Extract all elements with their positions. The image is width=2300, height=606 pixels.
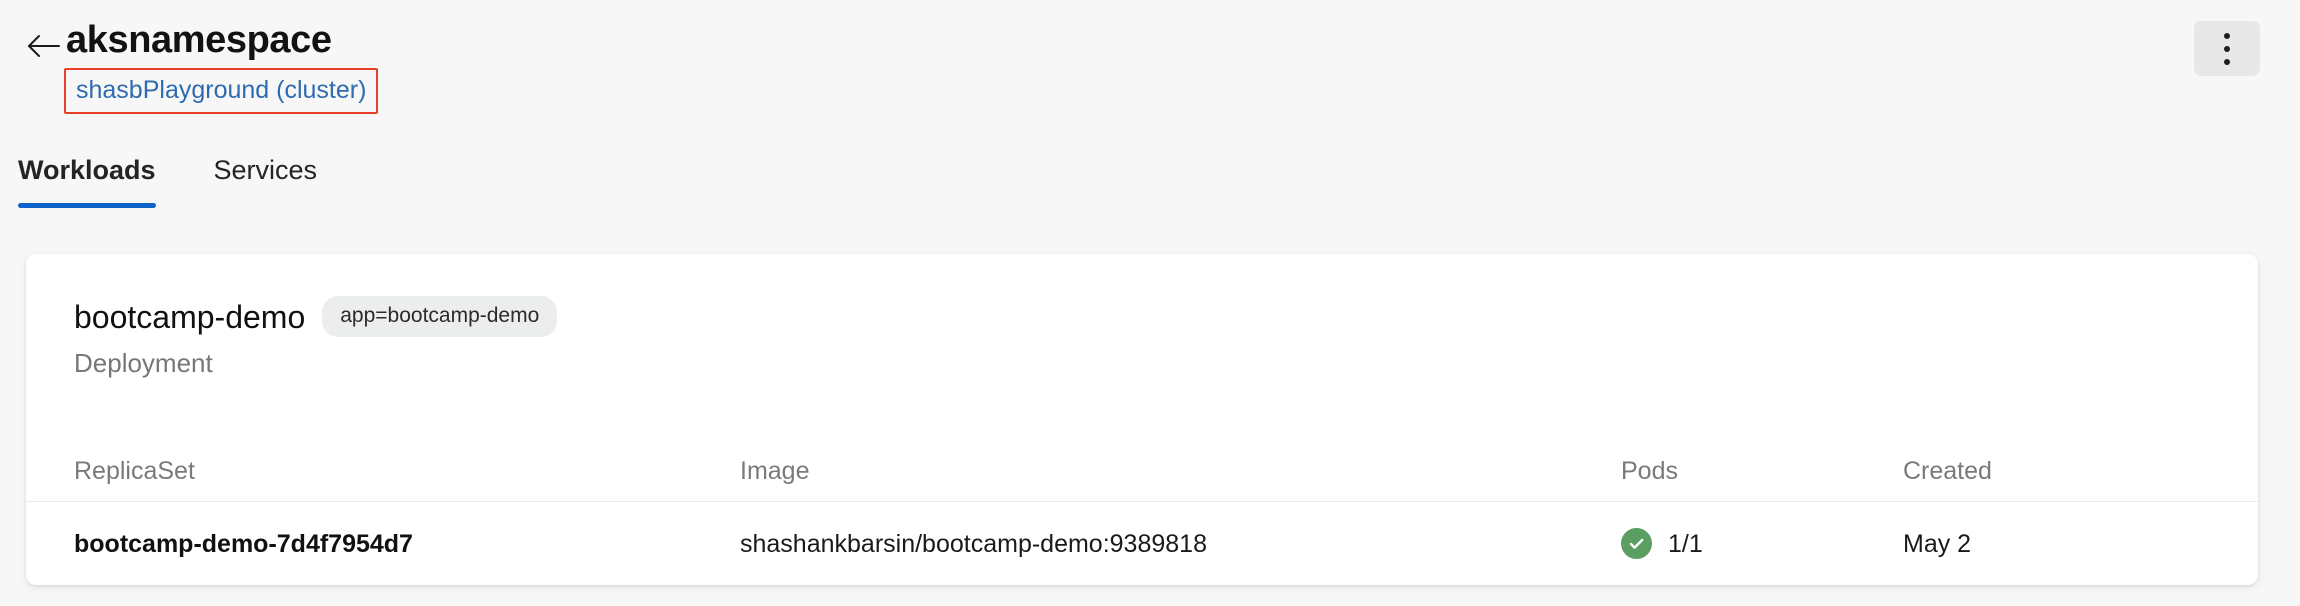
pods-status: 1/1 [1621, 528, 1903, 559]
tab-bar: Workloads Services [0, 148, 2300, 338]
page-title: aksnamespace [66, 19, 332, 61]
kebab-menu-icon-dot-2 [2224, 45, 2230, 52]
page-header: aksnamespace shasbPlayground (cluster) [0, 0, 2300, 148]
tab-workloads[interactable]: Workloads [18, 148, 176, 208]
pods-count: 1/1 [1668, 529, 1703, 558]
check-circle-icon [1621, 528, 1652, 559]
aks-namespace-page: aksnamespace shasbPlayground (cluster) W… [0, 0, 2300, 606]
workload-card-header: bootcamp-demo app=bootcamp-demo Deployme… [26, 254, 2258, 378]
cluster-breadcrumb-link[interactable]: shasbPlayground (cluster) [76, 76, 366, 104]
arrow-left-icon [27, 33, 61, 59]
workload-title-row: bootcamp-demo app=bootcamp-demo [74, 296, 2258, 337]
cell-pods: 1/1 [1621, 528, 1903, 559]
kebab-menu-icon-dot-3 [2224, 58, 2230, 65]
tab-services[interactable]: Services [194, 148, 338, 208]
cluster-link-highlight: shasbPlayground (cluster) [64, 68, 379, 114]
kebab-menu-icon [2224, 32, 2230, 39]
column-header-created: Created [1903, 456, 1992, 485]
title-block: aksnamespace shasbPlayground (cluster) [64, 18, 379, 114]
replicaset-table: ReplicaSet Image Pods Created bootcamp-d… [26, 440, 2258, 585]
workload-kind: Deployment [74, 348, 213, 378]
tab-list: Workloads Services [18, 148, 337, 208]
workload-card: bootcamp-demo app=bootcamp-demo Deployme… [26, 254, 2258, 585]
cell-replicaset-name: bootcamp-demo-7d4f7954d7 [74, 529, 413, 558]
column-header-replicaset: ReplicaSet [74, 456, 195, 485]
workload-label-badge: app=bootcamp-demo [322, 296, 558, 337]
column-header-pods: Pods [1621, 456, 1678, 485]
cell-image: shashankbarsin/bootcamp-demo:9389818 [740, 529, 1207, 558]
column-header-image: Image [740, 456, 810, 485]
table-row[interactable]: bootcamp-demo-7d4f7954d7 shashankbarsin/… [26, 501, 2258, 585]
overflow-menu-button[interactable] [2194, 21, 2260, 76]
back-button[interactable] [22, 28, 66, 64]
cell-created: May 2 [1903, 529, 1972, 558]
workload-name: bootcamp-demo [74, 298, 306, 335]
table-header-row: ReplicaSet Image Pods Created [26, 440, 2258, 501]
